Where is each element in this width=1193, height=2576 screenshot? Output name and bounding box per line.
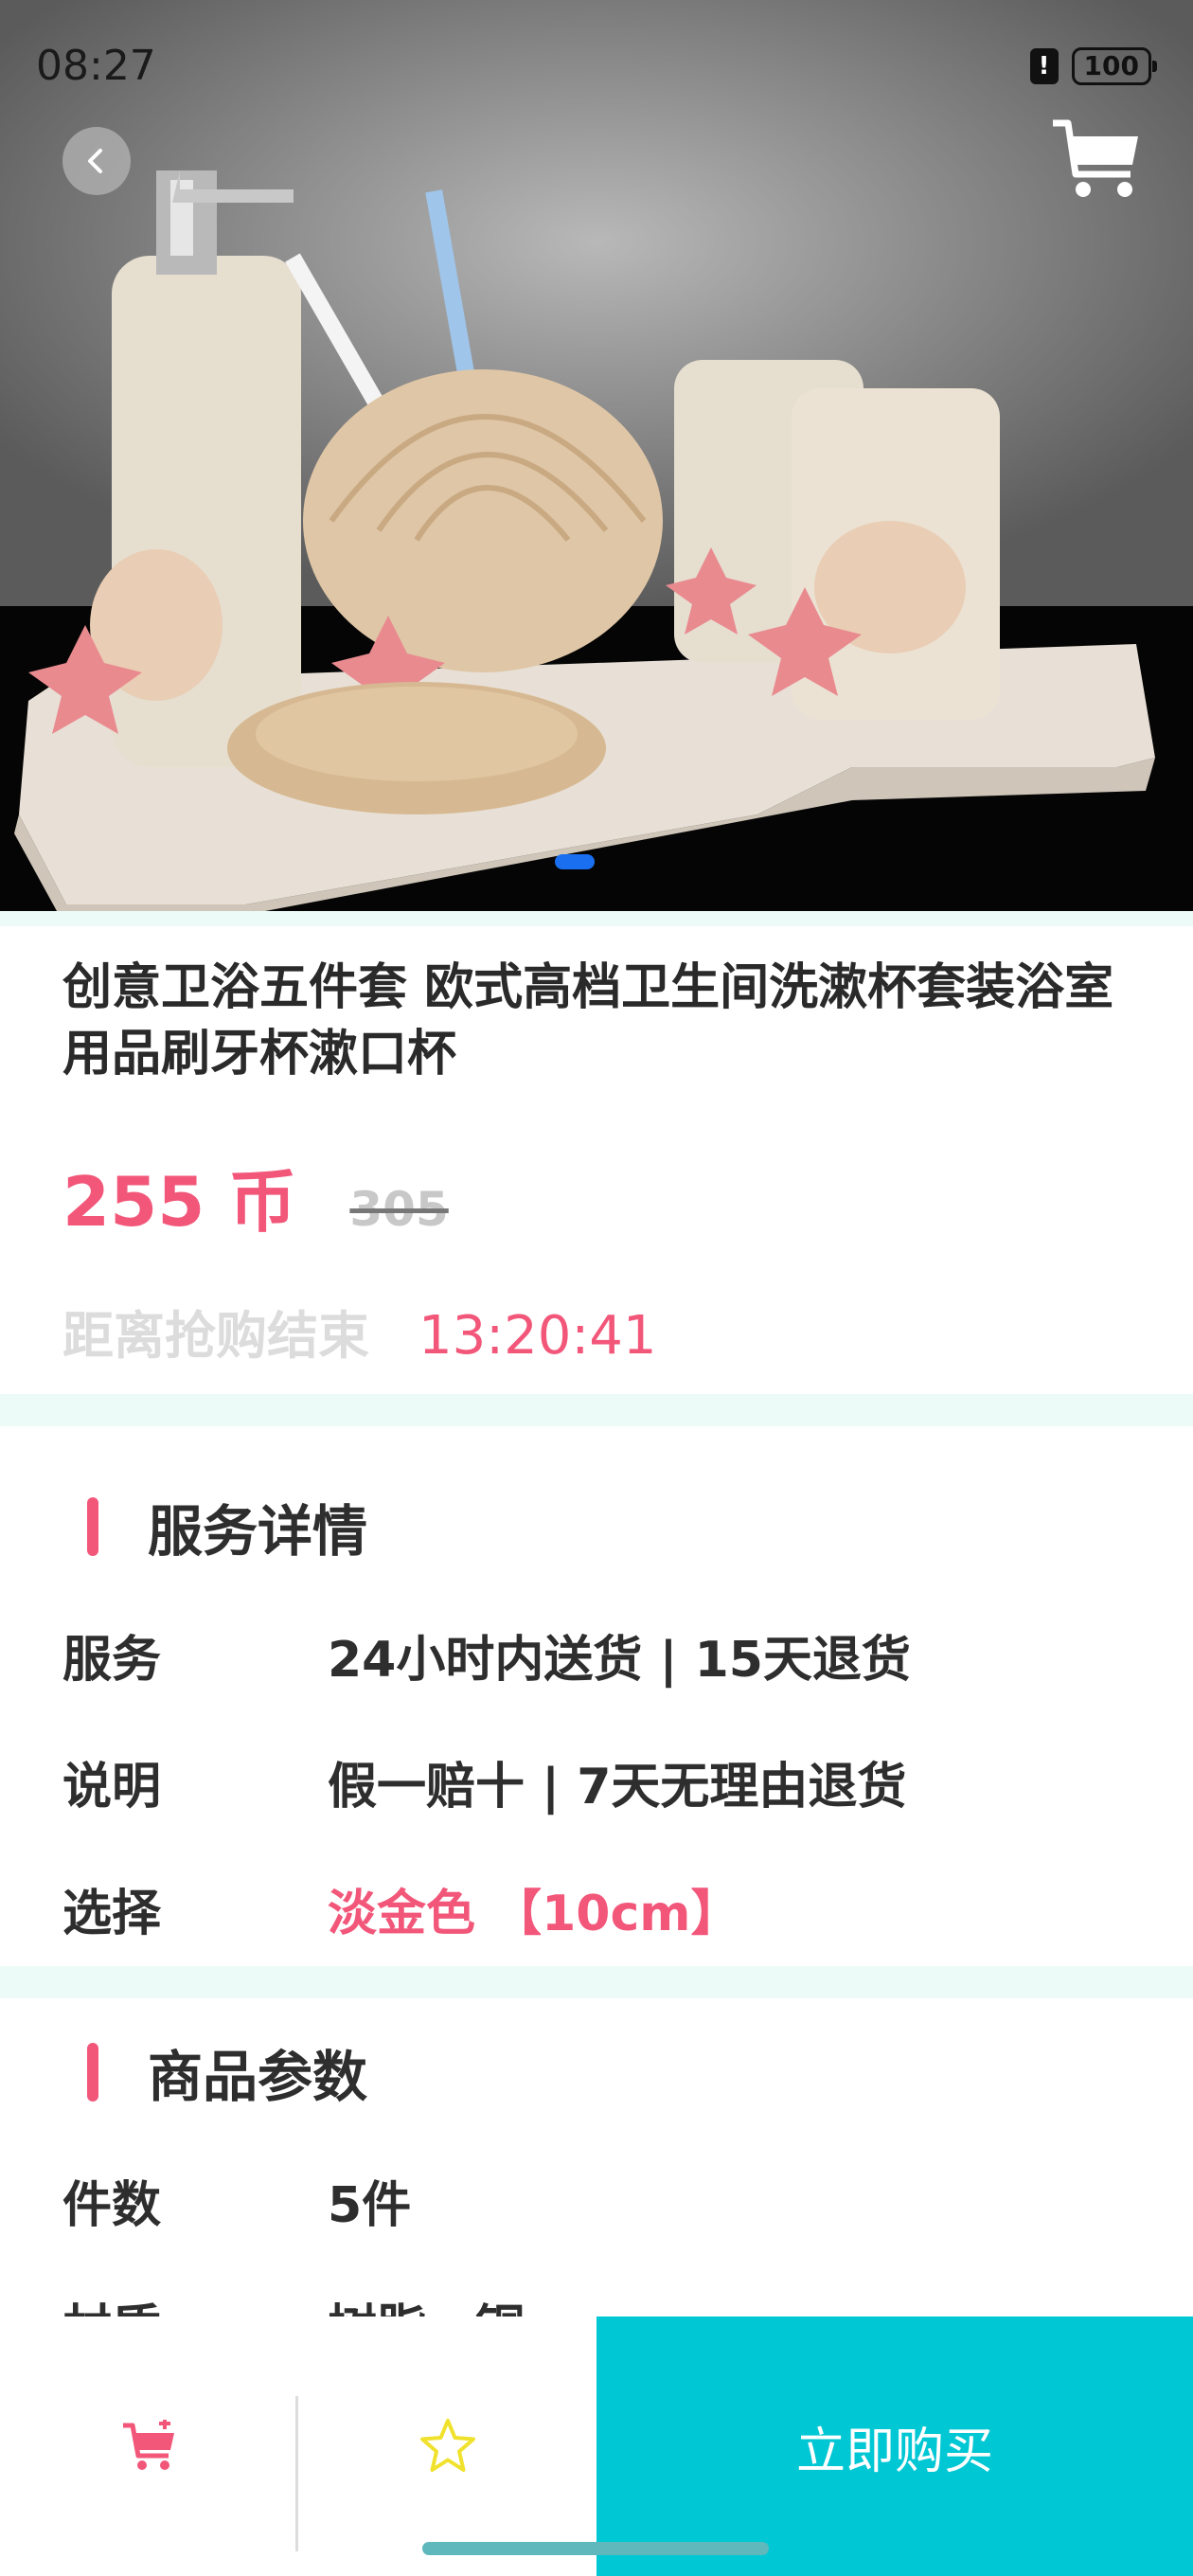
section-marker xyxy=(87,2043,98,2102)
original-price: 305 xyxy=(349,1182,449,1237)
back-button[interactable] xyxy=(62,127,131,195)
divider xyxy=(0,911,1193,926)
section-marker xyxy=(87,1497,98,1556)
countdown-row: 距离抢购结束 13:20:41 xyxy=(62,1294,657,1368)
battery-icon: 100 xyxy=(1071,47,1158,85)
section-title: 服务详情 xyxy=(148,1499,368,1564)
row-value: 假一赔十 | 7天无理由退货 xyxy=(328,1759,907,1816)
current-price: 255 币 xyxy=(62,1162,297,1242)
product-image-carousel[interactable]: 08:27 ! 100 xyxy=(0,0,1193,911)
bottom-action-bar: 立即购买 xyxy=(0,2317,1193,2576)
alert-icon: ! xyxy=(1029,48,1059,84)
home-indicator[interactable] xyxy=(422,2542,769,2555)
status-icons: ! 100 xyxy=(1029,47,1158,85)
chevron-left-icon xyxy=(88,149,102,173)
service-row: 服务 24小时内送货 | 15天退货 xyxy=(62,1619,911,1690)
selection-row[interactable]: 选择 淡金色 【10cm】 xyxy=(62,1873,739,1944)
product-detail-page: 08:27 ! 100 创意卫浴五件套 欧式高档卫生间洗漱杯套装浴室用品刷牙杯漱… xyxy=(0,0,1193,2576)
favorite-button[interactable] xyxy=(298,2317,597,2576)
row-value: 5件 xyxy=(328,2177,412,2234)
row-value: 24小时内送货 | 15天退货 xyxy=(328,1632,911,1689)
description-row: 说明 假一赔十 | 7天无理由退货 xyxy=(62,1746,906,1817)
divider xyxy=(0,1394,1193,1426)
row-key: 说明 xyxy=(62,1759,162,1816)
carousel-indicator xyxy=(555,854,595,869)
service-section-header: 服务详情 xyxy=(87,1487,367,1566)
product-title: 创意卫浴五件套 欧式高档卫生间洗漱杯套装浴室用品刷牙杯漱口杯 xyxy=(62,959,1114,1082)
section-title: 商品参数 xyxy=(148,2045,368,2109)
price-row: 255 币 305 xyxy=(62,1146,449,1245)
params-section-header: 商品参数 xyxy=(87,2032,367,2112)
row-key: 选择 xyxy=(62,1886,162,1942)
buy-now-button[interactable]: 立即购买 xyxy=(596,2317,1193,2576)
param-row: 件数 5件 xyxy=(62,2165,411,2236)
shopping-cart-icon xyxy=(123,2420,174,2470)
product-photo xyxy=(0,0,1193,911)
selected-option[interactable]: 淡金色 【10cm】 xyxy=(328,1873,739,1944)
row-key: 件数 xyxy=(62,2177,162,2234)
shopping-cart-icon xyxy=(1053,119,1138,197)
row-key: 服务 xyxy=(62,1632,162,1689)
divider xyxy=(0,1966,1193,1998)
status-time: 08:27 xyxy=(36,42,156,90)
countdown-label: 距离抢购结束 xyxy=(62,1306,369,1366)
countdown-time: 13:20:41 xyxy=(418,1305,657,1367)
cart-button[interactable] xyxy=(1051,117,1142,201)
add-to-cart-button[interactable] xyxy=(0,2317,297,2576)
star-outline-icon xyxy=(420,2419,475,2472)
